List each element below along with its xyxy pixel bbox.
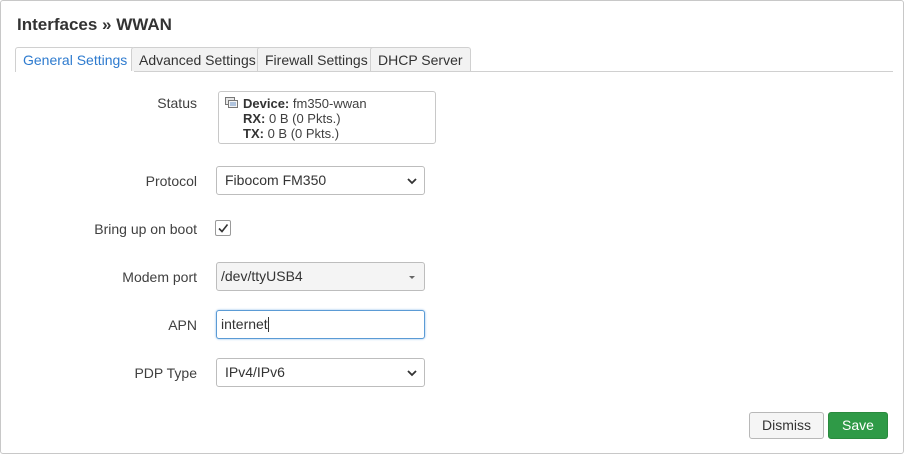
device-key: Device: [243,96,290,111]
modem-port-value: /dev/ttyUSB4 [221,268,303,284]
protocol-select[interactable]: Fibocom FM350 [216,166,425,195]
save-button[interactable]: Save [828,412,888,439]
chevron-down-icon [407,370,417,377]
pdp-type-label: PDP Type [134,365,197,381]
tab-advanced-settings[interactable]: Advanced Settings [131,47,264,71]
pdp-type-select[interactable]: IPv4/IPv6 [216,358,425,387]
caret-down-icon [409,276,415,279]
rx-value: 0 B (0 Pkts.) [269,111,341,126]
tx-key: TX: [243,126,264,141]
dismiss-button[interactable]: Dismiss [749,412,824,439]
chevron-down-icon [407,178,417,185]
status-tx-line: TX: 0 B (0 Pkts.) [243,126,435,141]
status-label: Status [157,95,197,111]
bring-up-on-boot-checkbox[interactable] [215,220,231,236]
apn-input[interactable]: internet [216,310,425,339]
modem-port-label: Modem port [122,269,197,285]
protocol-label: Protocol [145,173,197,189]
apn-value: internet [221,316,268,332]
modem-port-combobox[interactable]: /dev/ttyUSB4 [216,262,425,291]
status-rx-line: RX: 0 B (0 Pkts.) [243,111,435,126]
text-cursor [267,317,269,332]
tab-firewall-settings[interactable]: Firewall Settings [257,47,376,71]
rx-key: RX: [243,111,266,126]
protocol-value: Fibocom FM350 [225,172,327,188]
tab-general-settings[interactable]: General Settings [15,47,136,72]
tab-dhcp-server[interactable]: DHCP Server [370,47,471,71]
status-box: Device: fm350-wwan RX: 0 B (0 Pkts.) TX:… [218,91,436,144]
status-device-line: Device: fm350-wwan [243,96,435,111]
apn-label: APN [168,317,197,333]
device-value: fm350-wwan [292,96,367,111]
checkmark-icon [218,224,229,233]
network-device-icon [225,97,238,108]
tx-value: 0 B (0 Pkts.) [267,126,340,141]
tab-bar: General Settings Advanced Settings Firew… [15,47,893,72]
pdp-type-value: IPv4/IPv6 [225,364,285,380]
dialog-title: Interfaces » WWAN [17,15,172,34]
bring-up-on-boot-label: Bring up on boot [94,221,197,237]
